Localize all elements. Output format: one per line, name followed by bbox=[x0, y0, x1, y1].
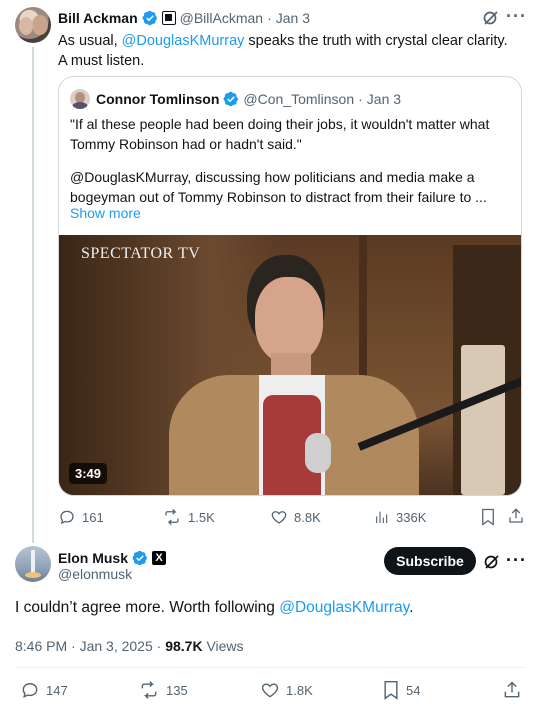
reply-author-name[interactable]: Elon Musk bbox=[58, 550, 128, 566]
more-options-icon[interactable]: ··· bbox=[506, 6, 527, 27]
show-more-link[interactable]: Show more bbox=[70, 203, 141, 223]
verified-badge-icon bbox=[223, 91, 239, 107]
more-options-icon[interactable]: ··· bbox=[506, 550, 527, 571]
verified-badge-icon bbox=[142, 10, 157, 26]
avatar-elon-musk[interactable] bbox=[15, 546, 51, 582]
quoted-quote-text: "If al these people had been doing their… bbox=[70, 116, 490, 152]
reply-timestamp[interactable]: 8:46 PM · Jan 3, 2025 · bbox=[15, 638, 165, 654]
heart-icon bbox=[261, 683, 279, 698]
repost-count: 135 bbox=[166, 682, 188, 698]
reply-count: 147 bbox=[46, 682, 68, 698]
verified-badge-icon bbox=[132, 550, 147, 566]
share-icon[interactable] bbox=[507, 507, 525, 525]
bookmark-icon[interactable] bbox=[480, 508, 496, 526]
reply-timestamp-line: 8:46 PM · Jan 3, 2025 · 98.7K Views bbox=[15, 638, 244, 654]
reply-views-count: 98.7K bbox=[165, 638, 203, 654]
grok-icon[interactable] bbox=[482, 9, 500, 27]
views-count: 336K bbox=[396, 509, 427, 525]
views-chart-icon bbox=[376, 511, 388, 523]
like-count: 1.8K bbox=[286, 682, 313, 698]
quoted-tweet-card[interactable]: Connor Tomlinson @Con_Tomlinson · Jan 3 … bbox=[58, 76, 522, 496]
share-icon[interactable] bbox=[502, 680, 522, 700]
repost-icon bbox=[165, 509, 179, 525]
repost-button[interactable]: 1.5K bbox=[162, 507, 215, 527]
parent-text: As usual, @DouglasKMurray speaks the tru… bbox=[58, 33, 508, 69]
video-duration-badge: 3:49 bbox=[69, 463, 108, 484]
reply-author-handle[interactable]: @elonmusk bbox=[58, 566, 132, 582]
reply-button[interactable]: 161 bbox=[58, 507, 104, 527]
repost-button[interactable]: 135 bbox=[138, 680, 188, 700]
divider bbox=[15, 667, 525, 668]
avatar-connor-tomlinson bbox=[70, 89, 90, 109]
mention-link[interactable]: @DouglasKMurray bbox=[122, 33, 245, 49]
parent-header: Bill Ackman @BillAckman · Jan 3 bbox=[58, 10, 310, 26]
grok-icon[interactable] bbox=[483, 553, 501, 571]
like-button[interactable]: 1.8K bbox=[260, 680, 313, 700]
bookmark-count: 54 bbox=[406, 682, 421, 698]
reply-header: Elon Musk X bbox=[58, 548, 167, 568]
quoted-post-date: Jan 3 bbox=[366, 91, 402, 107]
post-date[interactable]: Jan 3 bbox=[276, 10, 310, 26]
repost-icon bbox=[141, 681, 157, 699]
views-button[interactable]: 336K bbox=[374, 507, 426, 527]
author-handle[interactable]: @BillAckman bbox=[180, 10, 263, 26]
quoted-header: Connor Tomlinson @Con_Tomlinson · Jan 3 bbox=[96, 91, 402, 107]
video-watermark: SPECTATOR TV bbox=[81, 245, 201, 262]
reply-text: I couldn’t agree more. Worth following @… bbox=[15, 599, 414, 616]
author-name[interactable]: Bill Ackman bbox=[58, 10, 138, 26]
bookmark-icon bbox=[384, 680, 398, 700]
repost-count: 1.5K bbox=[188, 509, 215, 525]
avatar-bill-ackman[interactable] bbox=[15, 7, 51, 43]
reply-icon bbox=[60, 510, 74, 525]
reply-icon bbox=[22, 683, 38, 698]
quoted-author-handle: @Con_Tomlinson bbox=[243, 91, 355, 107]
like-count: 8.8K bbox=[294, 509, 321, 525]
reply-button[interactable]: 147 bbox=[20, 680, 68, 700]
video-player[interactable]: SPECTATOR TV 3:49 bbox=[59, 235, 521, 495]
quoted-author-name: Connor Tomlinson bbox=[96, 91, 220, 107]
subscribe-button[interactable]: Subscribe bbox=[384, 547, 476, 575]
quoted-body-text: @DouglasKMurray, discussing how politici… bbox=[70, 169, 487, 205]
x-affiliation-icon: X bbox=[152, 551, 167, 565]
thread-line bbox=[32, 47, 34, 543]
mention-link[interactable]: @DouglasKMurray bbox=[279, 599, 409, 616]
like-button[interactable]: 8.8K bbox=[270, 507, 321, 527]
bookmark-button[interactable]: 54 bbox=[382, 680, 420, 700]
affiliation-badge-icon bbox=[161, 11, 176, 25]
heart-icon bbox=[271, 511, 287, 524]
reply-count: 161 bbox=[82, 509, 104, 525]
